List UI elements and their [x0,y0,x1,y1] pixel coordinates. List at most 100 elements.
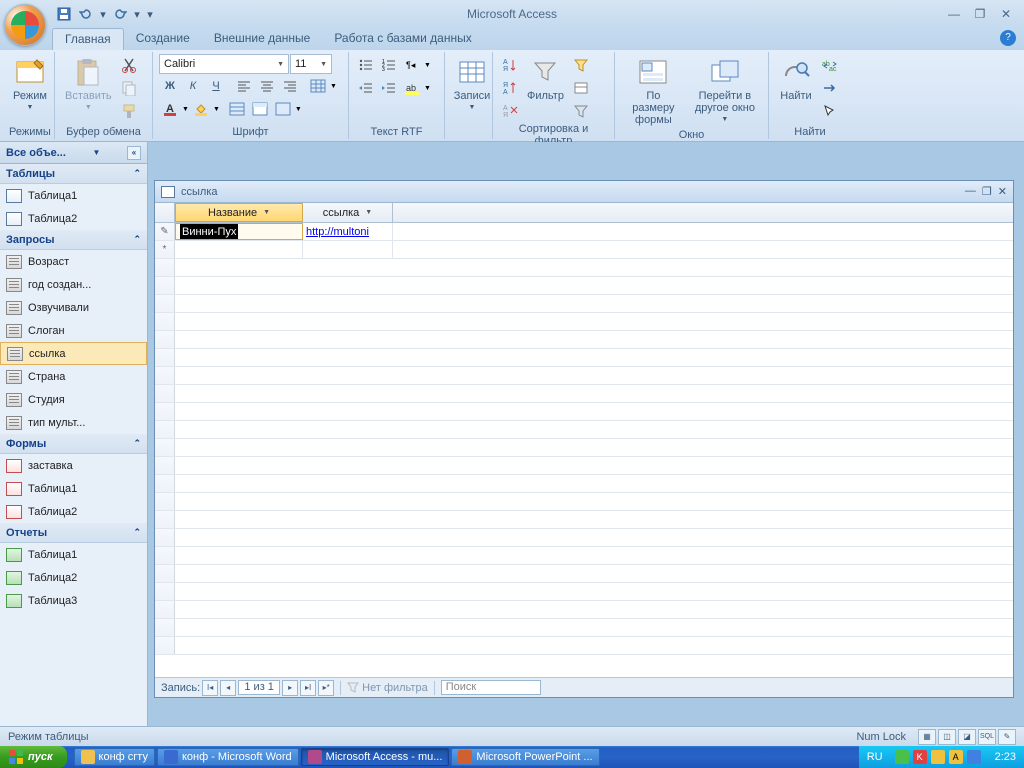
help-icon[interactable]: ? [1000,30,1016,46]
nav-section-header[interactable]: Запросы⌃ [0,230,147,250]
gridlines-icon[interactable] [307,75,329,97]
data-cell[interactable]: http://multoni [303,223,393,240]
rec-new-icon[interactable]: ▸* [318,680,334,696]
tray-icon[interactable]: А [949,750,963,764]
rec-first-icon[interactable]: I◂ [202,680,218,696]
rec-prev-icon[interactable]: ◂ [220,680,236,696]
paste-button[interactable]: Вставить▼ [61,54,116,116]
records-button[interactable]: Записи▼ [451,54,493,116]
toggle-filter-icon[interactable] [570,100,592,122]
replace-icon[interactable]: abac [819,54,841,76]
search-box[interactable]: Поиск [441,680,541,695]
nav-header[interactable]: Все объе...▼« [0,142,147,164]
maximize-button[interactable]: ❐ [968,6,992,22]
italic-button[interactable]: К [182,75,204,97]
nav-item[interactable]: тип мульт... [0,411,147,434]
sort-asc-icon[interactable]: АЯ [499,54,521,76]
tab-external[interactable]: Внешние данные [202,28,323,50]
nav-item[interactable]: Страна [0,365,147,388]
numbering-icon[interactable]: 123 [378,54,400,76]
clock[interactable]: 2:23 [995,751,1016,763]
clear-sort-icon[interactable]: АЯ [499,100,521,122]
switch-window-button[interactable]: Перейти в другое окно▼ [688,54,762,128]
nav-section-header[interactable]: Формы⌃ [0,434,147,454]
data-cell[interactable]: Винни-Пух [175,223,303,240]
tab-home[interactable]: Главная [52,28,124,50]
nav-item[interactable]: Слоган [0,319,147,342]
font-size-combo[interactable]: 11▼ [290,54,332,74]
nav-item[interactable]: Таблица2 [0,566,147,589]
new-row-selector[interactable]: * [155,241,175,258]
inc-indent-icon[interactable] [378,77,400,99]
sub-maximize-icon[interactable]: ❐ [982,185,992,198]
taskbar-item[interactable]: Microsoft Access - mu... [301,748,450,766]
fill-color-icon[interactable] [190,98,212,120]
taskbar-item[interactable]: Microsoft PowerPoint ... [451,748,599,766]
nav-item[interactable]: Таблица3 [0,589,147,612]
grid-style1-icon[interactable] [226,98,248,120]
view-datasheet-icon[interactable]: ▦ [918,729,936,745]
rec-next-icon[interactable]: ▸ [282,680,298,696]
fit-form-button[interactable]: По размеру формы [621,54,686,128]
align-left-icon[interactable] [233,75,255,97]
tray-icon[interactable] [931,750,945,764]
column-header[interactable]: Название▼ [175,203,303,222]
dec-indent-icon[interactable] [355,77,377,99]
view-chart-icon[interactable]: ◪ [958,729,976,745]
column-header[interactable]: ссылка▼ [303,203,393,222]
select-icon[interactable] [819,100,841,122]
sub-close-icon[interactable]: ✕ [998,185,1007,198]
qat-customize-icon[interactable]: ▾ [144,4,156,24]
sub-minimize-icon[interactable]: — [965,185,976,198]
redo-dropdown-icon[interactable]: ▾ [132,4,142,24]
grid-style3-icon[interactable] [272,98,294,120]
view-sql-icon[interactable]: SQL [978,729,996,745]
undo-icon[interactable] [76,4,96,24]
bold-button[interactable]: Ж [159,75,181,97]
tab-create[interactable]: Создание [124,28,202,50]
tab-database[interactable]: Работа с базами данных [322,28,483,50]
data-cell[interactable] [175,241,303,258]
lang-indicator[interactable]: RU [867,751,883,763]
redo-icon[interactable] [110,4,130,24]
nav-item[interactable]: Таблица1 [0,184,147,207]
nav-collapse-icon[interactable]: « [127,146,141,160]
bullets-icon[interactable] [355,54,377,76]
start-button[interactable]: пуск [0,746,67,768]
taskbar-item[interactable]: конф сгту [74,748,155,766]
save-icon[interactable] [54,4,74,24]
find-button[interactable]: Найти [775,54,817,104]
row-selector[interactable]: ✎ [155,223,175,240]
font-name-combo[interactable]: Calibri▼ [159,54,289,74]
nav-section-header[interactable]: Таблицы⌃ [0,164,147,184]
nav-item[interactable]: ссылка [0,342,147,365]
cut-icon[interactable] [118,54,140,76]
undo-dropdown-icon[interactable]: ▾ [98,4,108,24]
align-center-icon[interactable] [256,75,278,97]
data-cell[interactable] [303,241,393,258]
nav-item[interactable]: Таблица1 [0,477,147,500]
subwindow-titlebar[interactable]: ссылка —❐✕ [155,181,1013,203]
underline-button[interactable]: Ч [205,75,227,97]
align-right-icon[interactable] [279,75,301,97]
view-design-icon[interactable]: ✎ [998,729,1016,745]
sort-desc-icon[interactable]: ЯА [499,77,521,99]
select-all-cell[interactable] [155,203,175,222]
font-color-icon[interactable]: A [159,98,181,120]
nav-section-header[interactable]: Отчеты⌃ [0,523,147,543]
nav-item[interactable]: заставка [0,454,147,477]
rec-last-icon[interactable]: ▸I [300,680,316,696]
ltr-icon[interactable]: ¶◂ [401,54,423,76]
tray-icon[interactable] [895,750,909,764]
highlight-icon[interactable]: ab [401,77,423,99]
tray-icon[interactable] [967,750,981,764]
view-pivot-icon[interactable]: ◫ [938,729,956,745]
selection-icon[interactable] [570,54,592,76]
tray-icon[interactable]: K [913,750,927,764]
nav-item[interactable]: Таблица1 [0,543,147,566]
nav-item[interactable]: Возраст [0,250,147,273]
nav-item[interactable]: год создан... [0,273,147,296]
grid-style2-icon[interactable] [249,98,271,120]
nav-item[interactable]: Таблица2 [0,207,147,230]
filter-button[interactable]: Фильтр [523,54,568,104]
